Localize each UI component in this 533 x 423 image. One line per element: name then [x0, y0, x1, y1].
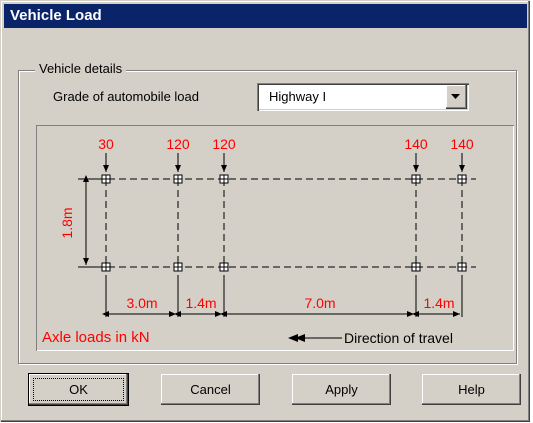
wheel-marker [219, 174, 229, 184]
grade-label: Grade of automobile load [53, 89, 199, 104]
axle-load-label: 120 [166, 136, 190, 152]
cancel-button[interactable]: Cancel [161, 374, 260, 405]
wheel-marker [173, 262, 183, 272]
wheel-markers [101, 174, 467, 272]
wheel-marker [219, 262, 229, 272]
ok-button-label: OK [69, 382, 88, 397]
spacing-label: 7.0m [304, 295, 335, 311]
wheel-marker [457, 262, 467, 272]
help-button[interactable]: Help [422, 374, 521, 405]
axle-load-label: 140 [404, 136, 428, 152]
axle-loads-caption: Axle loads in kN [42, 329, 150, 346]
axle-load-label: 140 [450, 136, 474, 152]
spacing-label: 3.0m [126, 295, 157, 311]
direction-arrow-icon [288, 334, 342, 342]
wheel-marker [101, 262, 111, 272]
grade-select[interactable]: Highway I [257, 83, 469, 111]
window-title: Vehicle Load [10, 7, 102, 24]
grade-select-value: Highway I [269, 89, 327, 104]
apply-button-label: Apply [325, 382, 358, 397]
wheel-lines [86, 178, 476, 268]
title-bar[interactable]: Vehicle Load [4, 4, 527, 28]
dropdown-button[interactable] [446, 85, 467, 109]
help-button-label: Help [458, 382, 485, 397]
width-dimension [78, 175, 98, 268]
vehicle-load-dialog: Vehicle Load Vehicle details Grade of au… [0, 0, 530, 422]
wheel-marker [101, 174, 111, 184]
wheel-marker [173, 174, 183, 184]
group-label: Vehicle details [35, 61, 127, 76]
ok-button[interactable]: OK [29, 374, 128, 405]
chevron-down-icon [451, 94, 460, 99]
spacing-label: 1.4m [185, 295, 216, 311]
spacing-label: 1.4m [423, 295, 454, 311]
axle-load-label: 120 [212, 136, 236, 152]
vehicle-diagram: 30 120 120 140 140 1.8m 3.0m 1.4m 7.0m 1… [36, 125, 514, 351]
cancel-button-label: Cancel [190, 382, 231, 397]
width-label: 1.8m [59, 207, 75, 238]
wheel-marker [411, 174, 421, 184]
direction-caption: Direction of travel [344, 330, 453, 346]
wheel-marker [411, 262, 421, 272]
axle-load-label: 30 [98, 136, 114, 152]
apply-button[interactable]: Apply [292, 374, 391, 405]
wheel-marker [457, 174, 467, 184]
load-arrows [103, 153, 465, 172]
diagram-svg: 30 120 120 140 140 1.8m 3.0m 1.4m 7.0m 1… [42, 136, 476, 346]
